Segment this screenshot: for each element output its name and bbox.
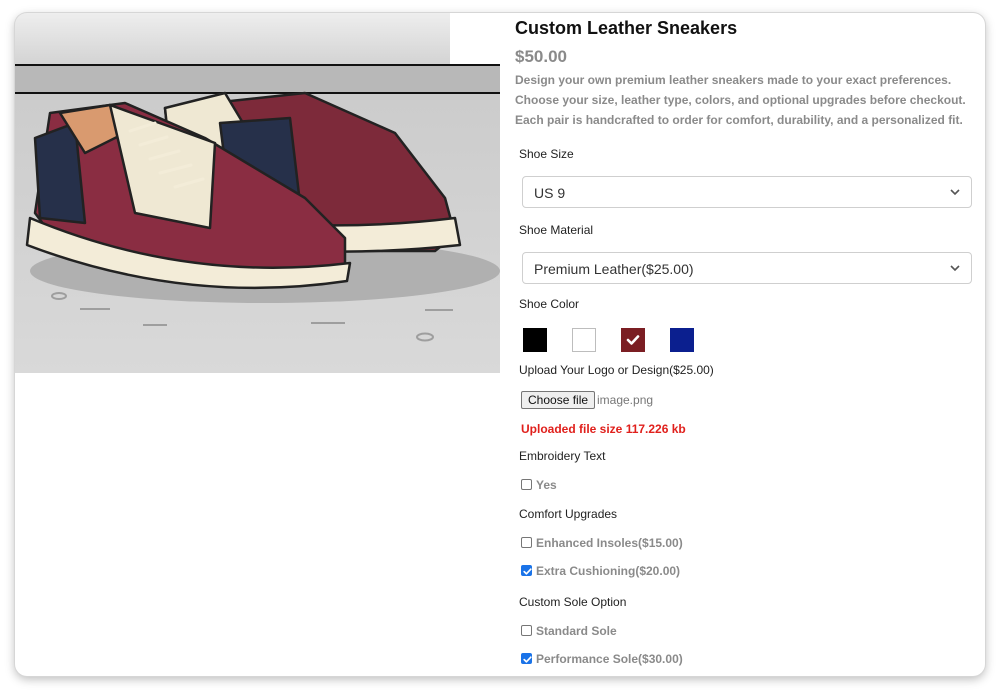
chevron-down-icon bbox=[950, 265, 960, 272]
product-image bbox=[15, 13, 500, 373]
shoe-color-label: Shoe Color bbox=[519, 297, 580, 311]
description-line: Each pair is handcrafted to order for co… bbox=[515, 113, 963, 127]
checkmark-icon bbox=[626, 335, 640, 345]
shoe-size-select[interactable]: US 9 bbox=[522, 176, 972, 208]
checkbox-label: Standard Sole bbox=[536, 624, 617, 638]
color-swatch-navy[interactable] bbox=[670, 328, 694, 352]
checkbox-label: Enhanced Insoles($15.00) bbox=[536, 536, 683, 550]
choose-file-button[interactable]: Choose file bbox=[521, 391, 596, 409]
product-page: Custom Leather Sneakers $50.00 Design yo… bbox=[15, 13, 985, 676]
upload-label: Upload Your Logo or Design($25.00) bbox=[519, 363, 714, 377]
check-icon bbox=[523, 656, 532, 663]
shoe-size-value: US 9 bbox=[534, 185, 566, 201]
checkbox-label: Extra Cushioning($20.00) bbox=[536, 564, 681, 578]
embroidery-label: Embroidery Text bbox=[519, 449, 606, 463]
description-line: Design your own premium leather sneakers… bbox=[515, 73, 952, 87]
sneaker-illustration bbox=[15, 13, 500, 373]
checkbox-label: Yes bbox=[536, 478, 557, 492]
shoe-material-select[interactable]: Premium Leather($25.00) bbox=[522, 252, 972, 284]
color-swatch-black[interactable] bbox=[523, 328, 547, 352]
chevron-down-icon bbox=[950, 189, 960, 196]
checkbox[interactable] bbox=[521, 479, 532, 490]
product-title: Custom Leather Sneakers bbox=[515, 18, 738, 38]
color-swatch-burgundy[interactable] bbox=[621, 328, 645, 352]
checkbox[interactable] bbox=[521, 565, 532, 576]
shoe-size-label: Shoe Size bbox=[519, 147, 574, 161]
file-name: image.png bbox=[597, 393, 654, 407]
color-swatch-white[interactable] bbox=[572, 328, 596, 352]
check-icon bbox=[523, 568, 532, 575]
shoe-material-label: Shoe Material bbox=[519, 223, 594, 237]
product-description: Design your own premium leather sneakers… bbox=[515, 70, 980, 130]
file-size-message: Uploaded file size 117.226 kb bbox=[521, 422, 686, 436]
product-price: $50.00 bbox=[515, 47, 567, 66]
checkbox[interactable] bbox=[521, 625, 532, 636]
description-line: Choose your size, leather type, colors, … bbox=[515, 93, 966, 107]
comfort-label: Comfort Upgrades bbox=[519, 507, 618, 521]
checkbox-label: Performance Sole($30.00) bbox=[536, 652, 683, 666]
checkbox[interactable] bbox=[521, 653, 532, 664]
shoe-material-value: Premium Leather($25.00) bbox=[534, 261, 694, 277]
sole-label: Custom Sole Option bbox=[519, 595, 627, 609]
checkbox[interactable] bbox=[521, 537, 532, 548]
